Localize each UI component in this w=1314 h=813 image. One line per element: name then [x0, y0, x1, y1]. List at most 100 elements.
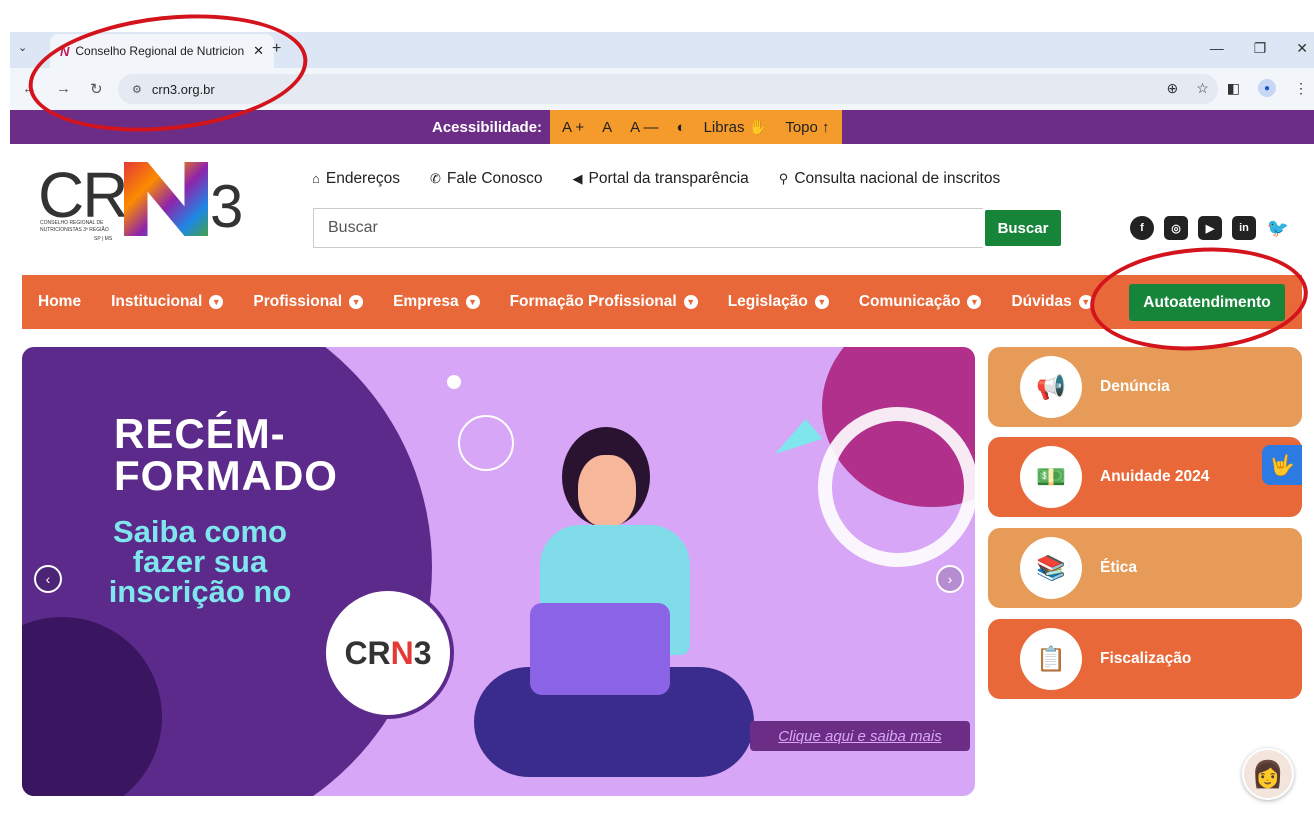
- search-button[interactable]: Buscar: [985, 210, 1061, 246]
- link-transparency-label: Portal da transparência: [588, 170, 749, 187]
- font-default-button[interactable]: A: [602, 119, 612, 136]
- nav-profissional[interactable]: Profissional ▼: [253, 293, 364, 311]
- nav-duvidas-label: Dúvidas: [1011, 293, 1072, 310]
- profile-icon[interactable]: ●: [1258, 79, 1276, 97]
- card-denuncia[interactable]: 📢 Denúncia: [988, 347, 1302, 427]
- side-panel-icon[interactable]: ◧: [1227, 80, 1240, 97]
- nav-formacao[interactable]: Formação Profissional ▼: [510, 293, 698, 311]
- linkedin-icon[interactable]: in: [1232, 216, 1256, 240]
- chevron-down-icon: ▼: [814, 295, 829, 309]
- illustration-face: [578, 455, 636, 527]
- hero-dot: [447, 375, 461, 389]
- nav-duvidas[interactable]: Dúvidas ▼: [1011, 293, 1093, 311]
- card-anuidade[interactable]: 💵 Anuidade 2024: [988, 437, 1302, 517]
- vlibras-widget-icon[interactable]: 🤟: [1262, 445, 1302, 485]
- restore-icon[interactable]: ❐: [1254, 40, 1267, 57]
- search-placeholder: Buscar: [328, 219, 378, 236]
- megaphone-icon: 📢: [1020, 356, 1082, 418]
- home-icon: ⌂: [312, 171, 320, 186]
- font-increase-button[interactable]: A +: [562, 119, 584, 136]
- minimize-icon[interactable]: —: [1210, 40, 1224, 57]
- tab-search-icon[interactable]: ⌄: [18, 41, 27, 54]
- link-addresses-label: Endereços: [325, 170, 400, 187]
- search-input[interactable]: Buscar: [313, 208, 983, 248]
- books-icon: 📚: [1020, 537, 1082, 599]
- carousel-prev-icon[interactable]: ‹: [34, 565, 62, 593]
- instagram-icon[interactable]: ◎: [1164, 216, 1188, 240]
- nav-empresa-label: Empresa: [393, 293, 459, 310]
- nav-legislacao[interactable]: Legislação ▼: [728, 293, 829, 311]
- hero-banner[interactable]: RECÉM- FORMADO Saiba como fazer sua insc…: [22, 347, 975, 796]
- link-transparency[interactable]: ◀ Portal da transparência: [573, 170, 749, 188]
- menu-kebab-icon[interactable]: ⋮: [1294, 80, 1308, 97]
- libras-label: Libras: [703, 119, 745, 136]
- link-national-registry-label: Consulta nacional de inscritos: [794, 170, 1001, 187]
- link-contact-label: Fale Conosco: [446, 170, 543, 187]
- card-etica-label: Ética: [1100, 559, 1138, 576]
- contrast-icon[interactable]: ◐: [677, 119, 686, 136]
- nav-formacao-label: Formação Profissional: [509, 293, 677, 310]
- nav-institucional[interactable]: Institucional ▼: [111, 293, 224, 311]
- bookmark-star-icon[interactable]: ☆: [1196, 80, 1209, 97]
- nav-legislacao-label: Legislação: [727, 293, 808, 310]
- crn3-logo[interactable]: CR 3 CONSELHO REGIONAL DE NUTRICIONISTAS…: [38, 158, 258, 248]
- hero-subtitle-line1: Saiba como: [113, 514, 287, 549]
- hero-cta-link[interactable]: Clique aqui e saiba mais: [750, 721, 970, 751]
- twitter-icon[interactable]: 🐦: [1266, 216, 1290, 240]
- assistant-avatar[interactable]: 👩: [1242, 748, 1294, 800]
- nav-empresa[interactable]: Empresa ▼: [393, 293, 480, 311]
- logo-3: 3: [210, 173, 244, 240]
- facebook-icon[interactable]: f: [1130, 216, 1154, 240]
- hero-small-ring: [458, 415, 514, 471]
- carousel-next-icon[interactable]: ›: [936, 565, 964, 593]
- paper-plane-icon: [767, 415, 823, 455]
- top-button[interactable]: Topo ↑: [785, 119, 829, 136]
- accessibility-tools: A + A A — ◐ Libras ✋ Topo ↑: [550, 110, 842, 144]
- hero-subtitle-line2: fazer sua: [132, 544, 268, 579]
- nav-institucional-label: Institucional: [111, 293, 203, 310]
- link-national-registry[interactable]: ⚲ Consulta nacional de inscritos: [779, 170, 1000, 188]
- libras-button[interactable]: Libras ✋: [704, 118, 768, 136]
- chevron-down-icon: ▼: [349, 295, 364, 309]
- chevron-down-icon: ▼: [465, 295, 480, 309]
- hero-subtitle-line3: inscrição no: [108, 574, 292, 609]
- header-links: ⌂ Endereços ✆ Fale Conosco ◀ Portal da tran…: [312, 170, 1000, 188]
- social-links: f ◎ ▶ in 🐦: [1130, 216, 1290, 240]
- chevron-down-icon: ▼: [683, 295, 698, 309]
- chevron-down-icon: ▼: [209, 295, 224, 309]
- zoom-icon[interactable]: ⊕: [1166, 80, 1178, 97]
- window-controls: — ❐ ✕: [1210, 40, 1314, 57]
- nav-comunicacao[interactable]: Comunicação ▼: [859, 293, 982, 311]
- phone-icon: ✆: [429, 171, 441, 186]
- youtube-icon[interactable]: ▶: [1198, 216, 1222, 240]
- chevron-down-icon: ▼: [967, 295, 982, 309]
- card-fiscalizacao-label: Fiscalização: [1100, 650, 1192, 667]
- search-icon: ⚲: [778, 171, 789, 186]
- card-anuidade-label: Anuidade 2024: [1100, 468, 1210, 485]
- money-icon: 💵: [1020, 446, 1082, 508]
- hero-subtitle: Saiba como fazer sua inscrição no: [90, 514, 310, 609]
- logo-subtitle: CONSELHO REGIONAL DE NUTRICIONISTAS 3ª R…: [40, 220, 109, 233]
- nav-home-label: Home: [38, 293, 82, 310]
- hero-title: RECÉM- FORMADO: [114, 413, 338, 497]
- nav-comunicacao-label: Comunicação: [858, 293, 961, 310]
- nav-profissional-label: Profissional: [253, 293, 343, 310]
- close-window-icon[interactable]: ✕: [1296, 40, 1308, 57]
- logo-region: SP | MS: [94, 236, 113, 242]
- accessibility-box: Acessibilidade: A + A A — ◐ Libras ✋ Top…: [424, 110, 842, 144]
- card-fiscalizacao[interactable]: 📋 Fiscalização: [988, 619, 1302, 699]
- nav-home[interactable]: Home: [38, 293, 81, 311]
- font-decrease-button[interactable]: A —: [630, 119, 658, 136]
- logo-n-mark: [124, 162, 208, 236]
- megaphone-icon: ◀: [572, 171, 583, 186]
- hero-ring: [818, 407, 975, 567]
- link-addresses[interactable]: ⌂ Endereços: [312, 170, 400, 188]
- hero-title-line2: FORMADO: [114, 452, 338, 499]
- link-contact[interactable]: ✆ Fale Conosco: [430, 170, 543, 188]
- hero-crn3-logo: CR N 3: [322, 587, 454, 719]
- accessibility-label: Acessibilidade:: [432, 118, 543, 136]
- page: ⌄ N Conselho Regional de Nutricion ✕ + —…: [0, 0, 1314, 813]
- card-etica[interactable]: 📚 Ética: [988, 528, 1302, 608]
- annotation-circle-self-service: [1086, 240, 1312, 358]
- browser-toolbar: ⊕ ☆ ◧ ● ⋮: [1166, 79, 1308, 97]
